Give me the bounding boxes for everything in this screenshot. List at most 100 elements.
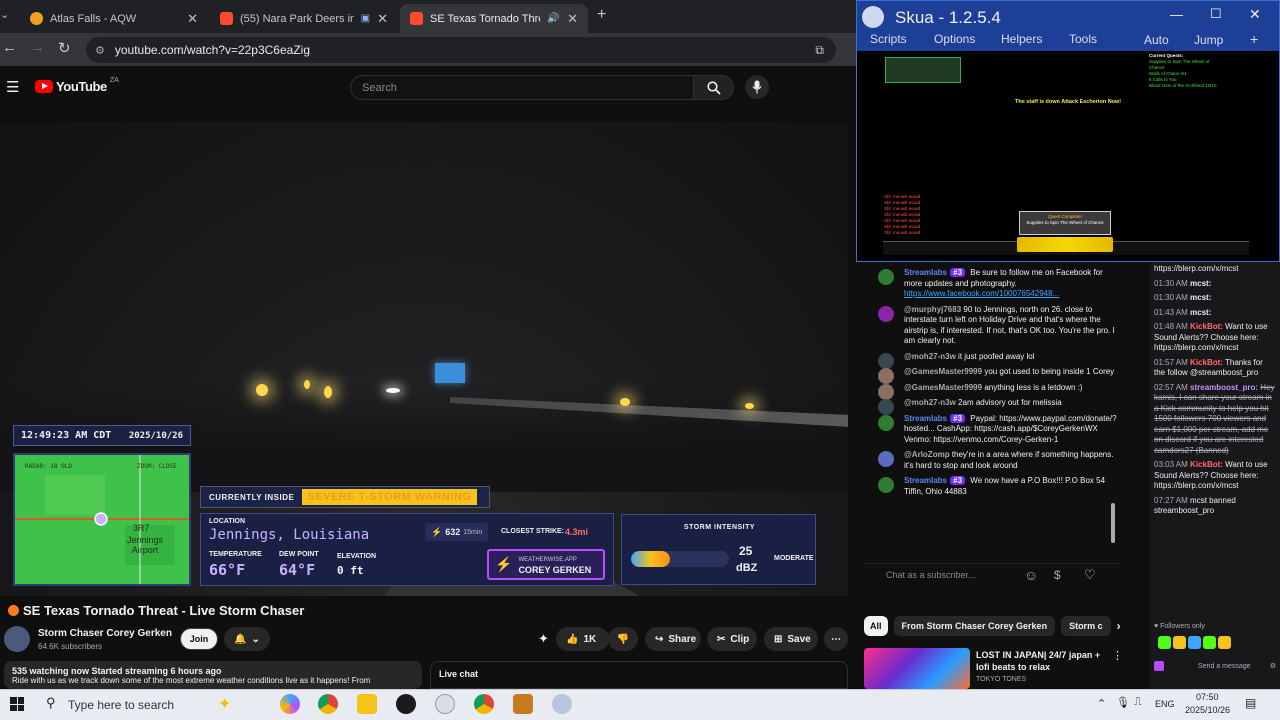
heart-icon[interactable]: ♡	[1084, 567, 1096, 583]
tab-atlas-falls[interactable]: Atlas Falls - AQW ✕	[20, 4, 208, 33]
settings-icon[interactable]: ⚙	[1270, 662, 1276, 670]
kick-username[interactable]: mcst:	[1190, 308, 1211, 317]
like-button[interactable]: 👍 1K	[556, 627, 609, 651]
file-explorer-icon[interactable]	[357, 694, 377, 714]
maximize-icon[interactable]: ☐	[1210, 6, 1222, 22]
skua-menu-scripts[interactable]: Scripts	[870, 32, 907, 46]
send-message-input[interactable]: Send a message	[1198, 663, 1251, 670]
more-actions-button[interactable]: ⋯	[824, 627, 848, 651]
close-tab-icon[interactable]: ✕	[567, 11, 578, 27]
search-input[interactable]: Search	[350, 75, 694, 100]
skill-bar[interactable]	[1017, 237, 1113, 252]
chat-avatar[interactable]	[878, 477, 894, 493]
kick-send-box[interactable]: Send a message ⚙	[1154, 656, 1276, 676]
language-indicator[interactable]: ENG	[1155, 699, 1175, 709]
emote-icon[interactable]	[1203, 636, 1216, 649]
supersticker-icon[interactable]: $	[1054, 568, 1061, 582]
emote-icon[interactable]	[1218, 636, 1231, 649]
site-settings-icon[interactable]: ⚙	[95, 44, 105, 57]
kick-username[interactable]: KickBot:	[1190, 322, 1223, 331]
gift-icon[interactable]: ✦	[538, 631, 549, 647]
back-icon[interactable]: ←	[2, 39, 17, 56]
tab-list-dropdown[interactable]: ⌄	[0, 8, 12, 21]
notification-center-icon[interactable]: ▤	[1245, 696, 1256, 710]
chrome-active-icon[interactable]	[474, 694, 494, 714]
recommended-video[interactable]: LOST IN JAPAN| 24/7 japan + lofi beats t…	[864, 647, 1123, 689]
chat-input[interactable]: Chat as a subscriber...	[886, 570, 976, 580]
kick-username[interactable]: mcst:	[1190, 279, 1211, 288]
windows-start-icon[interactable]	[10, 697, 24, 711]
skua-menu-jump[interactable]: Jump	[1194, 33, 1223, 47]
chat-avatar[interactable]	[878, 414, 894, 431]
channel-avatar[interactable]	[4, 626, 30, 652]
emote-icon[interactable]	[1158, 636, 1171, 649]
chat-avatar[interactable]	[878, 269, 894, 285]
app-icon[interactable]	[435, 694, 455, 714]
chat-author[interactable]: @moh27-n3w	[904, 352, 956, 361]
skua-add-button[interactable]: +	[1250, 31, 1258, 47]
search-button[interactable]	[693, 75, 734, 100]
clip-button[interactable]: ✂ Clip	[707, 627, 757, 651]
tab-nara-park[interactable]: (55) Nara Park Deers in Japa ▣ ✕	[210, 4, 398, 33]
join-button[interactable]: Join	[180, 628, 218, 650]
notifications-button[interactable]: 🔔 ⌄	[224, 627, 270, 651]
kick-username[interactable]: KickBot:	[1190, 358, 1223, 367]
copilot-icon[interactable]	[280, 694, 300, 714]
youtube-logo[interactable]: YouTube ZA	[35, 77, 119, 94]
reload-icon[interactable]: ↻	[58, 39, 71, 57]
kick-username[interactable]: KickBot:	[1190, 460, 1223, 469]
live-chat-panel[interactable]: Streamlabs #3 Be sure to follow me on Fac…	[864, 262, 1120, 552]
share-button[interactable]: ↪ Share	[645, 627, 701, 651]
chat-avatar[interactable]	[878, 451, 894, 467]
chrome-icon[interactable]	[318, 694, 338, 714]
clock-date[interactable]: 2025/10/26	[1185, 705, 1230, 715]
new-tab-button[interactable]: +	[597, 6, 606, 24]
hamburger-menu-icon[interactable]: ☰	[6, 78, 19, 96]
emoji-icon[interactable]: ☺	[1024, 567, 1038, 583]
chat-author[interactable]: Streamlabs	[904, 268, 947, 277]
kick-chat-panel[interactable]: https://blerp.com/x/mcst 01:30 AM mcst: 0…	[1150, 262, 1280, 692]
chat-scrollbar[interactable]	[1111, 503, 1115, 543]
chat-author[interactable]: @murphyj7683	[904, 305, 961, 314]
omnibox[interactable]: ⚙ youtube.com/watch?v=22p3C6eaZig ⧉	[86, 37, 836, 63]
dislike-button[interactable]: 👎	[608, 627, 638, 651]
github-icon[interactable]	[396, 694, 416, 714]
chat-author[interactable]: Streamlabs	[904, 414, 947, 423]
picture-in-picture-icon[interactable]: ▣	[361, 13, 370, 24]
skua-menu-options[interactable]: Options	[934, 32, 975, 46]
skua-menu-auto[interactable]: Auto	[1144, 33, 1169, 47]
skua-menu-helpers[interactable]: Helpers	[1001, 32, 1042, 46]
emote-icon[interactable]	[1188, 636, 1201, 649]
audio-playing-icon[interactable]: 🔊	[547, 13, 559, 24]
taskbar-search-input[interactable]: Type here to search	[68, 698, 174, 712]
microphone-tray-icon[interactable]: 🎙	[1116, 696, 1130, 709]
chat-author[interactable]: @ArloZomp	[904, 450, 950, 459]
chat-link[interactable]: https://www.facebook.com/100076542948...	[904, 289, 1059, 298]
kick-username[interactable]: mcst:	[1190, 293, 1211, 302]
chevron-up-icon[interactable]: ⌃	[1097, 697, 1106, 710]
chat-author[interactable]: Streamlabs	[904, 476, 947, 485]
description-box[interactable]: 535 watching now Started streaming 6 hou…	[4, 661, 422, 689]
voice-search-button[interactable]	[745, 75, 769, 99]
chip-all[interactable]: All	[864, 616, 888, 636]
chevron-right-icon[interactable]: ›	[1117, 619, 1120, 633]
game-viewport[interactable]: Current Quests: Supplies to Spin The Whe…	[857, 51, 1279, 261]
network-icon[interactable]: ⎍	[1134, 696, 1142, 709]
kick-username[interactable]: streamboost_pro:	[1190, 383, 1258, 392]
chat-author[interactable]: @moh27-n3w	[904, 398, 956, 407]
skua-taskbar-icon[interactable]	[552, 694, 572, 714]
skua-menu-tools[interactable]: Tools	[1069, 32, 1097, 46]
more-vertical-icon[interactable]: ⋮	[1112, 649, 1123, 662]
tab-se-texas-tornado[interactable]: SE Texas Tornado Threat 🔊 ✕	[400, 4, 588, 33]
channel-name[interactable]: Storm Chaser Corey Gerken	[38, 628, 172, 639]
save-button[interactable]: ⊞ Save	[764, 627, 818, 651]
forward-icon[interactable]: →	[30, 39, 45, 56]
chat-avatar[interactable]	[878, 305, 894, 322]
chip-from-channel[interactable]: From Storm Chaser Corey Gerken	[893, 616, 1056, 636]
close-window-icon[interactable]: ✕	[1249, 6, 1261, 23]
close-tab-icon[interactable]: ✕	[187, 11, 198, 27]
aqw-game-icon[interactable]	[513, 694, 533, 714]
chip-storm[interactable]: Storm c	[1061, 616, 1111, 636]
close-tab-icon[interactable]: ✕	[377, 11, 388, 27]
emote-icon[interactable]	[1173, 636, 1186, 649]
